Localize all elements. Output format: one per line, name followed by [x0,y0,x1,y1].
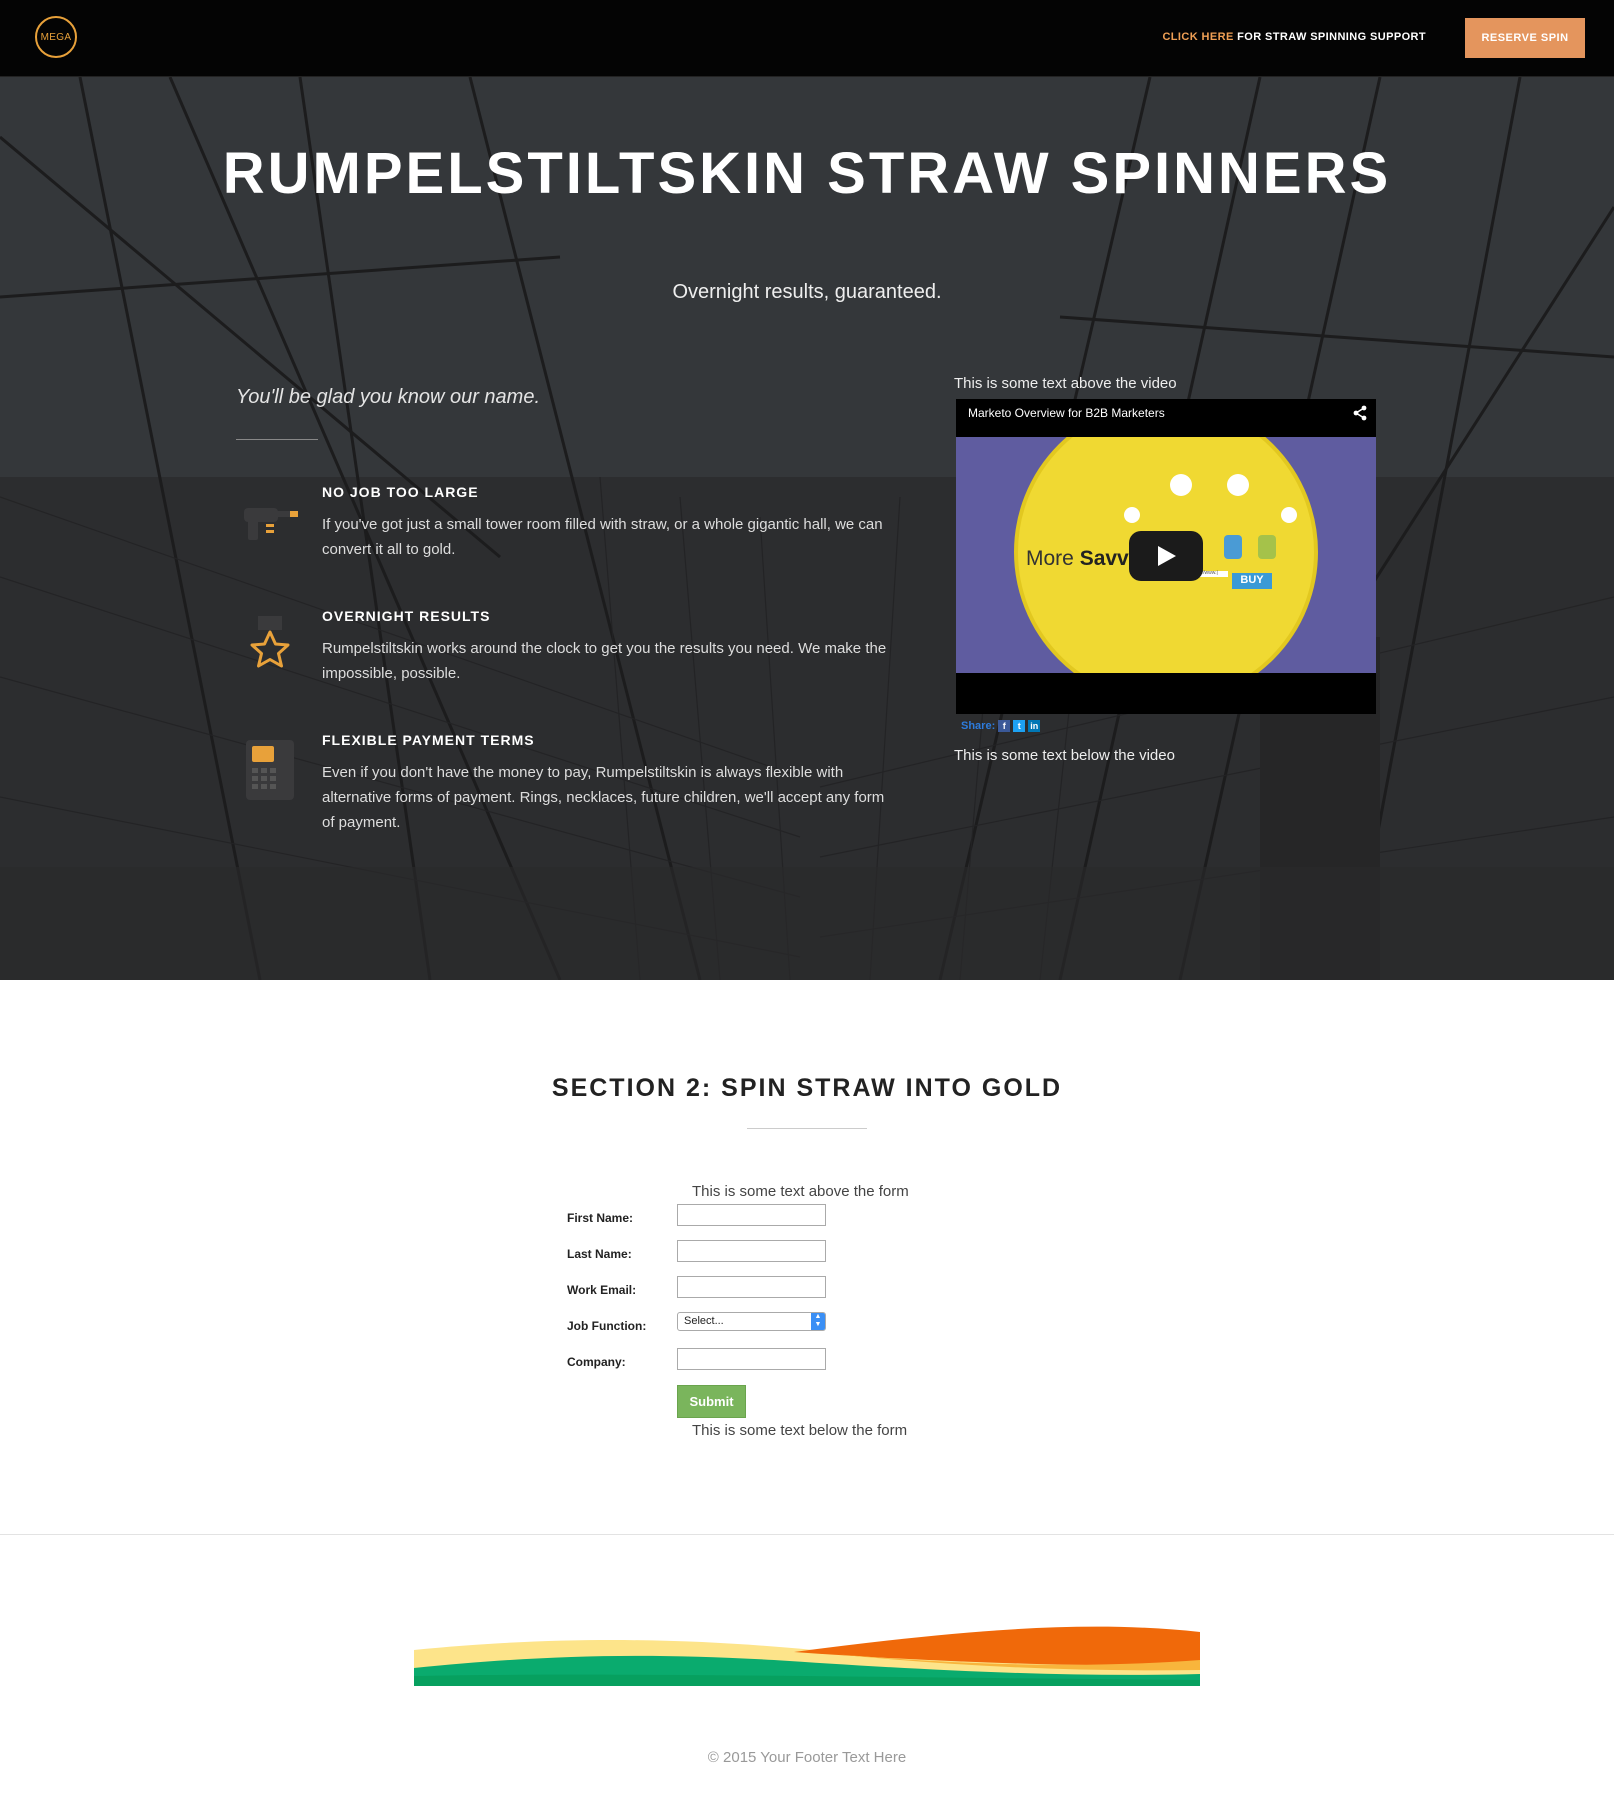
feature-title: NO JOB TOO LARGE [322,484,479,500]
feature-text: If you've got just a small tower room fi… [322,516,883,558]
top-navbar: MEGA CLICK HERE FOR STRAW SPINNING SUPPO… [0,0,1614,77]
video-player[interactable]: Marketo Overview for B2B Marketers More … [956,399,1376,714]
footer-text: © 2015 Your Footer Text Here [707,1749,907,1766]
feature-item: NO JOB TOO LARGE If you've got just a sm… [240,484,920,574]
play-button[interactable] [1129,531,1203,581]
first-name-label: First Name: [567,1211,634,1225]
logo[interactable]: MEGA [35,16,77,58]
feature-title: OVERNIGHT RESULTS [322,608,491,624]
section-2-title: SECTION 2: SPIN STRAW INTO GOLD [551,1074,1063,1102]
reserve-spin-button[interactable]: RESERVE SPIN [1465,18,1585,58]
feature-text: Even if you don't have the money to pay,… [322,764,885,831]
feature-text: Rumpelstiltskin works around the clock t… [322,640,887,682]
footer-divider [0,1534,1614,1535]
first-name-field[interactable] [677,1204,826,1226]
tagline-divider [236,439,318,440]
logo-text: MEGA [40,31,72,43]
twitter-icon[interactable]: t [1013,720,1026,732]
hero-section: RUMPELSTILTSKIN STRAW SPINNERS Overnight… [0,77,1614,980]
video-thumbnail[interactable]: More Savvy http://www.| BUY [956,437,1376,673]
job-function-label: Job Function: [567,1319,647,1333]
video-text-below: This is some text below the video [954,747,1175,764]
select-arrows-icon: ▲ ▼ [811,1313,825,1330]
form-text-below: This is some text below the form [692,1422,908,1439]
submit-button[interactable]: Submit [677,1385,746,1418]
job-function-value: Select... [684,1315,724,1327]
linkedin-icon[interactable]: in [1028,720,1041,732]
job-function-select[interactable]: Select... ▲ ▼ [677,1312,826,1331]
feature-title: FLEXIBLE PAYMENT TERMS [322,732,535,748]
feature-item: FLEXIBLE PAYMENT TERMS Even if you don't… [240,732,920,842]
share-icon[interactable] [1352,405,1368,421]
form-text-above: This is some text above the form [692,1183,909,1200]
support-text: FOR STRAW SPINNING SUPPORT [1233,31,1426,43]
share-label: Share: [961,720,996,732]
feature-item: OVERNIGHT RESULTS Rumpelstiltskin works … [240,608,920,698]
video-text-above: This is some text above the video [954,375,1177,392]
section-2-divider [747,1128,867,1129]
blaster-icon [244,508,298,540]
tagline: You'll be glad you know our name. [236,386,541,408]
work-email-field[interactable] [677,1276,826,1298]
support-highlight: CLICK HERE [1162,31,1234,43]
video-title[interactable]: Marketo Overview for B2B Marketers [968,406,1165,420]
thumbnail-headline: More Savvy [1026,547,1141,570]
hero-title: RUMPELSTILTSKIN STRAW SPINNERS [222,141,1392,206]
facebook-icon[interactable]: f [998,720,1011,732]
payment-terminal-icon [246,740,294,800]
work-email-label: Work Email: [567,1283,637,1297]
company-field[interactable] [677,1348,826,1370]
share-bar: Share: f t in [961,720,1041,732]
wave-graphic [414,1626,1200,1686]
thumbnail-buy-label: BUY [1240,574,1264,586]
support-link[interactable]: CLICK HERE FOR STRAW SPINNING SUPPORT [1162,31,1426,43]
company-label: Company: [567,1355,626,1369]
last-name-label: Last Name: [567,1247,632,1261]
last-name-field[interactable] [677,1240,826,1262]
hero-subtitle: Overnight results, guaranteed. [672,281,942,303]
trophy-star-icon [250,616,290,668]
